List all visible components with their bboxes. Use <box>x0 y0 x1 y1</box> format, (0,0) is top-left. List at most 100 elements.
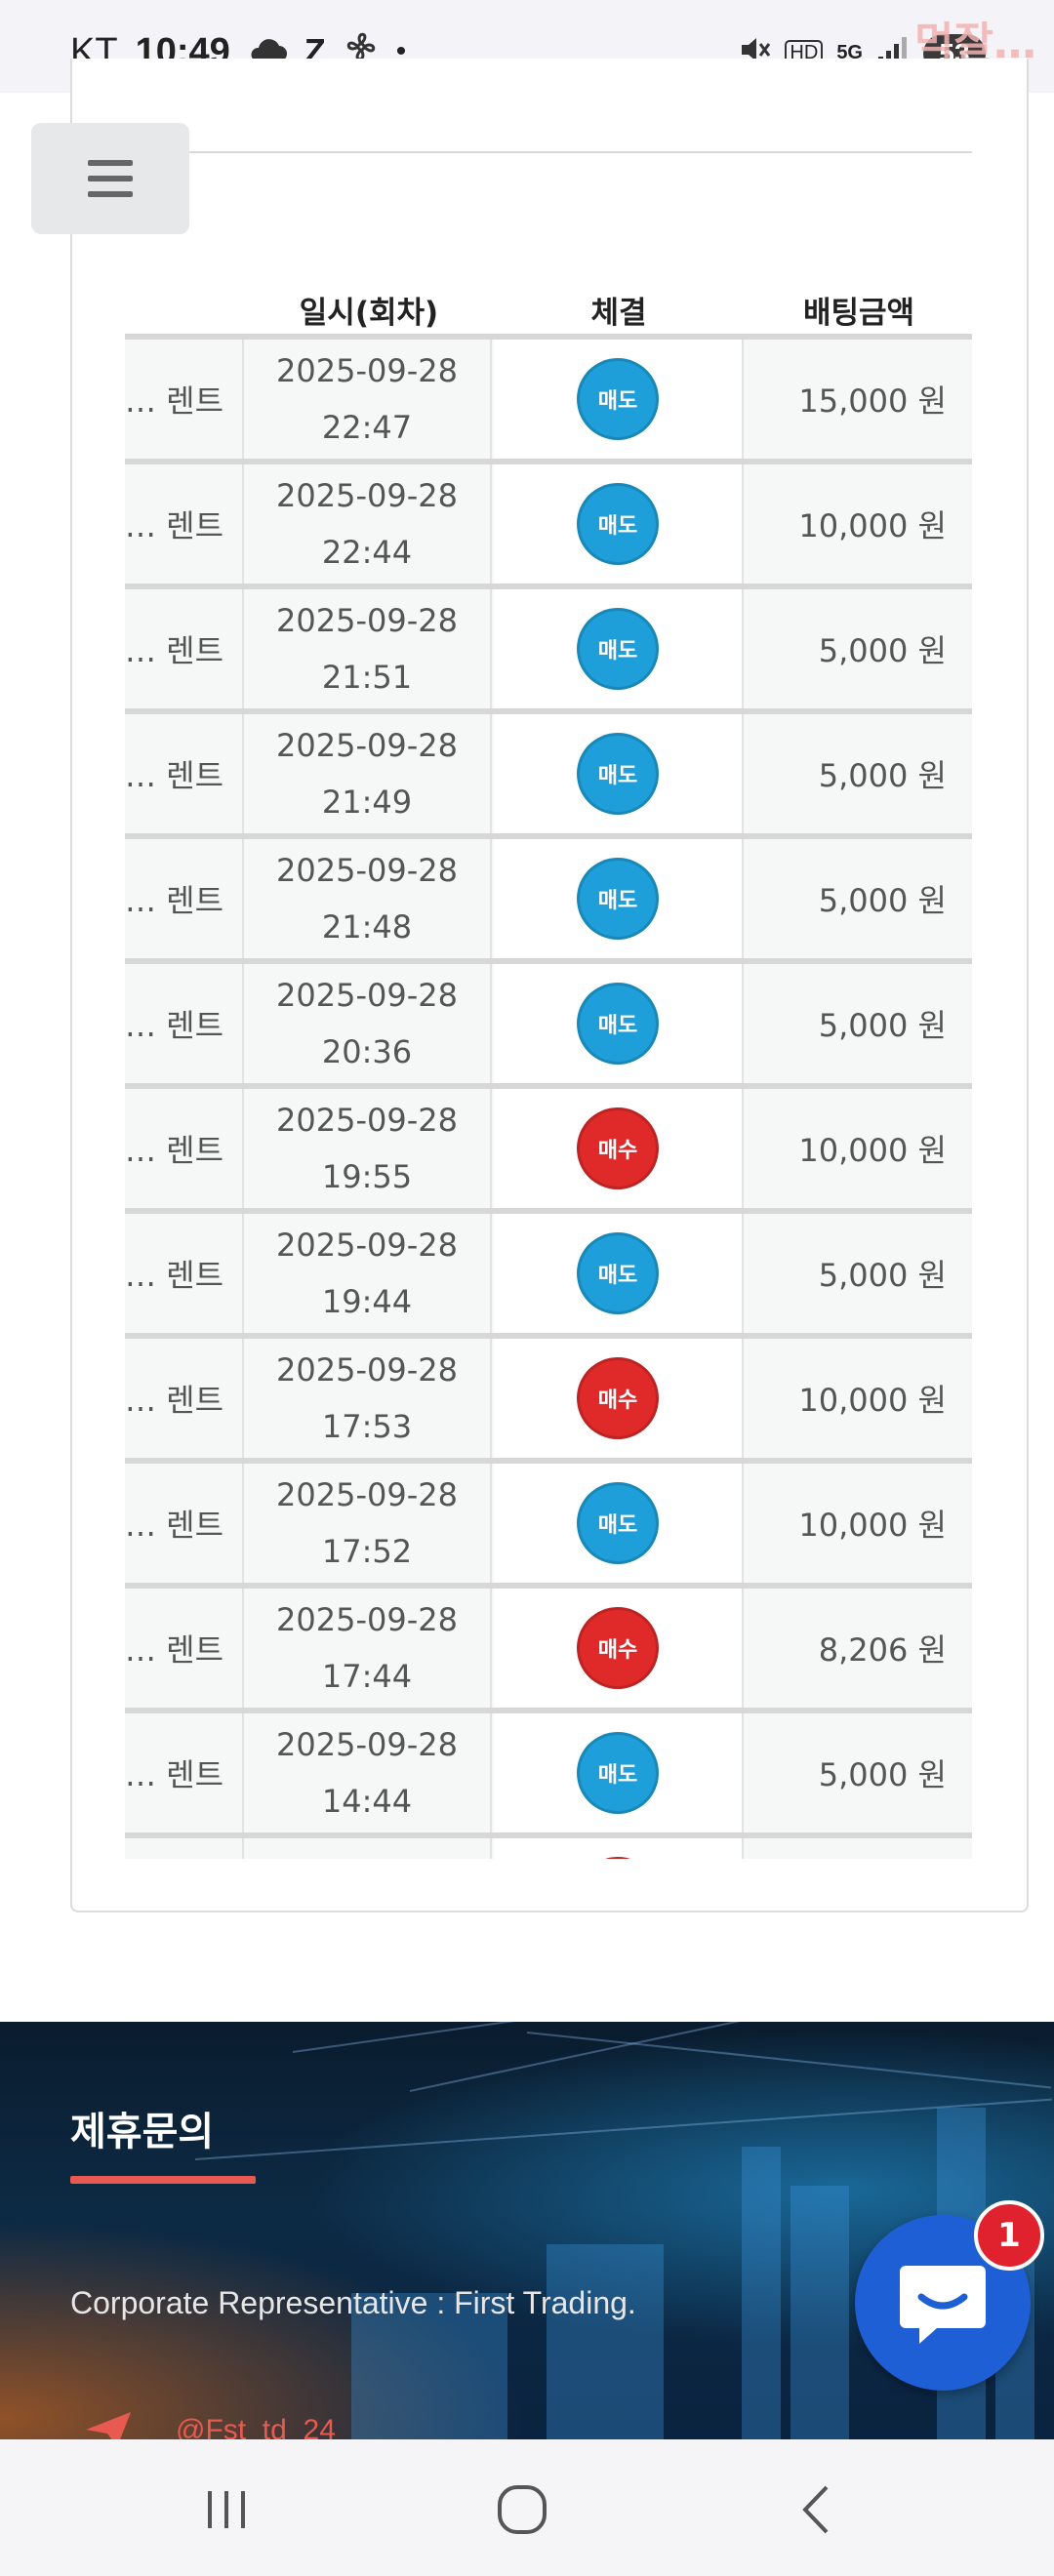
row-time: 19:55 <box>321 1158 413 1195</box>
row-result: 매도 <box>494 964 744 1083</box>
table-row[interactable]: … 렌트 2025-09-28 19:55 매수 10,000 원 <box>125 1089 972 1214</box>
row-date: 2025-09-28 <box>276 1726 458 1763</box>
table-row[interactable]: … 렌트 2025-09-28 19:44 매도 5,000 원 <box>125 1214 972 1339</box>
row-datetime: 2025-09-28 22:47 <box>242 340 492 459</box>
sell-badge: 매도 <box>577 1482 659 1564</box>
row-amount: 10,000 원 <box>746 464 972 584</box>
chat-unread-badge: 1 <box>974 2200 1044 2271</box>
row-amount: 5,000 원 <box>746 1214 972 1333</box>
row-amount <box>746 1838 972 1859</box>
system-nav-bar <box>0 2439 1054 2576</box>
row-time: 21:51 <box>321 659 413 696</box>
sell-badge: 매도 <box>577 1732 659 1814</box>
sell-badge: 매도 <box>577 858 659 940</box>
home-button[interactable] <box>483 2471 561 2549</box>
sell-badge: 매도 <box>577 733 659 815</box>
row-amount: 10,000 원 <box>746 1089 972 1208</box>
back-button[interactable] <box>778 2471 856 2549</box>
row-name: … 렌트 <box>125 1214 240 1333</box>
row-time: 17:52 <box>321 1533 413 1570</box>
row-amount: 10,000 원 <box>746 1464 972 1583</box>
row-date: 2025-09-28 <box>276 977 458 1014</box>
menu-button[interactable] <box>31 123 189 234</box>
row-date: 2025-09-28 <box>276 477 458 514</box>
table-row[interactable]: … 렌트 2025-09-28 17:53 매수 10,000 원 <box>125 1339 972 1464</box>
row-amount: 5,000 원 <box>746 1713 972 1832</box>
table-row[interactable]: … 렌트 2025-09-28 21:48 매도 5,000 원 <box>125 839 972 964</box>
row-name: … 렌트 <box>125 964 240 1083</box>
row-date: 2025-09-28 <box>276 1102 458 1139</box>
row-datetime: 2025-09-28 21:48 <box>242 839 492 958</box>
row-amount: 10,000 원 <box>746 1339 972 1458</box>
row-name: … 렌트 <box>125 340 240 459</box>
betting-history-table[interactable]: 일시(회차) 체결 배팅금액 … 렌트 2025-09-28 22:47 매도 15,0… <box>125 273 972 1859</box>
row-result: 매도 <box>494 589 744 708</box>
row-result: 매도 <box>494 714 744 833</box>
sell-badge: 매도 <box>577 483 659 565</box>
buy-badge <box>577 1857 659 1859</box>
table-body: … 렌트 2025-09-28 22:47 매도 15,000 원… 렌트 2025-09… <box>125 340 972 1859</box>
corporate-text: Corporate Representative : First Trading… <box>70 2285 636 2320</box>
row-result: 매수 <box>494 1589 744 1708</box>
sell-badge: 매도 <box>577 1232 659 1314</box>
row-datetime: 2025-09-28 17:53 <box>242 1339 492 1458</box>
row-amount: 5,000 원 <box>746 964 972 1083</box>
buy-badge: 매수 <box>577 1107 659 1189</box>
row-datetime: 2025-09-28 17:44 <box>242 1589 492 1708</box>
footer-title-underline <box>70 2176 256 2184</box>
table-row[interactable]: … 렌트 2025-09-28 22:44 매도 10,000 원 <box>125 464 972 589</box>
row-amount: 5,000 원 <box>746 714 972 833</box>
buy-badge: 매수 <box>577 1357 659 1439</box>
table-row[interactable]: … 렌트 2025-09-28 14:44 매도 5,000 원 <box>125 1713 972 1838</box>
table-row[interactable]: … 렌트 2025-09-28 22:47 매도 15,000 원 <box>125 340 972 464</box>
row-datetime: 2025-09-28 14:44 <box>242 1713 492 1832</box>
table-header: 일시(회차) 체결 배팅금액 <box>125 273 972 340</box>
row-time: 21:48 <box>321 908 413 946</box>
row-time: 22:44 <box>321 534 413 571</box>
row-name: … 렌트 <box>125 1339 240 1458</box>
hamburger-icon <box>88 160 133 197</box>
row-name: … 렌트 <box>125 714 240 833</box>
row-name: … 렌트 <box>125 1089 240 1208</box>
row-result: 매도 <box>494 340 744 459</box>
row-datetime: 2025-09-28 19:44 <box>242 1214 492 1333</box>
send-icon[interactable] <box>84 2410 133 2439</box>
row-datetime: 2025-09-28 21:51 <box>242 589 492 708</box>
header-date: 일시(회차) <box>299 296 439 331</box>
table-row[interactable]: … 렌트 2025-09-28 21:49 매도 5,000 원 <box>125 714 972 839</box>
table-row[interactable]: … 렌트 2025-09-28 17:44 매수 8,206 원 <box>125 1589 972 1713</box>
row-amount: 5,000 원 <box>746 839 972 958</box>
row-name <box>125 1838 240 1859</box>
row-time: 14:44 <box>321 1783 413 1820</box>
recent-apps-icon <box>208 2491 245 2528</box>
row-time: 19:44 <box>321 1283 413 1320</box>
row-date: 2025-09-28 <box>276 1351 458 1389</box>
row-result: 매수 <box>494 1089 744 1208</box>
row-datetime: 2025-09-28 21:49 <box>242 714 492 833</box>
row-date: 2025-09-28 <box>276 352 458 389</box>
row-amount: 15,000 원 <box>746 340 972 459</box>
table-row[interactable]: … 렌트 2025-09-28 21:51 매도 5,000 원 <box>125 589 972 714</box>
table-row[interactable]: … 렌트 2025-09-28 17:52 매도 10,000 원 <box>125 1464 972 1589</box>
row-result: 매도 <box>494 1214 744 1333</box>
row-time: 17:44 <box>321 1658 413 1695</box>
row-name: … 렌트 <box>125 589 240 708</box>
copyright-link[interactable]: @Fst_td_24 <box>176 2414 336 2439</box>
row-name: … 렌트 <box>125 1713 240 1832</box>
row-time: 22:47 <box>321 409 413 446</box>
recent-apps-button[interactable] <box>187 2471 265 2549</box>
buy-badge: 매수 <box>577 1607 659 1689</box>
row-result: 매도 <box>494 464 744 584</box>
table-row[interactable]: … 렌트 2025-09-28 20:36 매도 5,000 원 <box>125 964 972 1089</box>
row-time: 20:36 <box>321 1033 413 1070</box>
row-date: 2025-09-28 <box>276 1601 458 1638</box>
footer-title: 제휴문의 <box>70 2110 215 2154</box>
row-datetime: 2025-09-28 20:36 <box>242 964 492 1083</box>
table-row[interactable]: 2025-09-28 <box>125 1838 972 1859</box>
row-amount: 5,000 원 <box>746 589 972 708</box>
back-icon <box>802 2485 829 2534</box>
row-date: 2025-09-28 <box>276 602 458 639</box>
row-date: 2025-09-28 <box>276 727 458 764</box>
sell-badge: 매도 <box>577 358 659 440</box>
row-result: 매도 <box>494 1464 744 1583</box>
